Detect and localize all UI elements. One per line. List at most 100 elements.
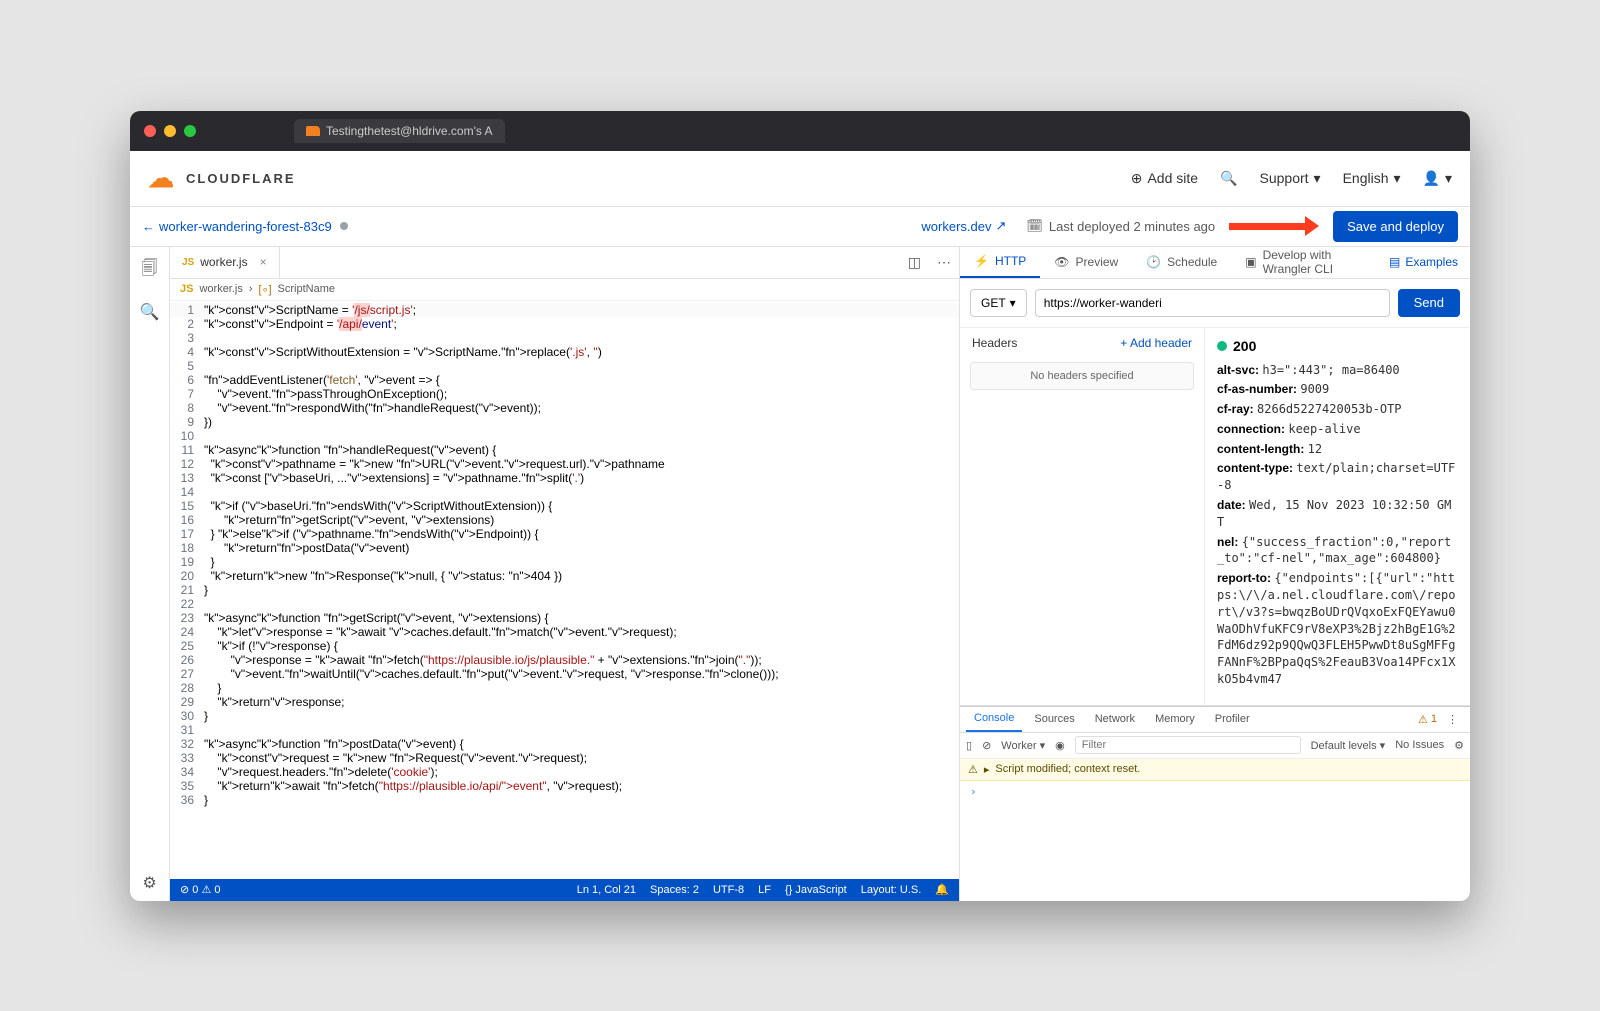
last-deployed-text: 🗓 Last deployed 2 minutes ago [1026,218,1215,234]
file-tab-worker-js[interactable]: JS worker.js × [170,247,280,278]
cloudflare-favicon-icon [306,126,320,136]
tab-http[interactable]: ⚡HTTP [960,247,1040,278]
settings-gear-icon[interactable]: ⚙ [142,873,156,893]
chevron-down-icon: ▾ [1314,170,1321,187]
support-dropdown[interactable]: Support ▾ [1260,170,1321,187]
devtools-tab-memory[interactable]: Memory [1147,707,1203,732]
arrow-left-icon: ← [142,219,155,234]
devtools-warning-count[interactable]: ⚠ 1 [1418,713,1437,726]
external-link-icon: ↗ [995,218,1006,234]
response-header-row: content-length: 12 [1217,441,1458,458]
no-headers-text: No headers specified [970,362,1194,390]
devtools-tab-sources[interactable]: Sources [1026,707,1082,732]
console-warning-row: ⚠ ▸ Script modified; context reset. [960,759,1470,781]
response-panel: 200 alt-svc: h3=":443"; ma=86400cf-as-nu… [1205,328,1470,705]
close-tab-icon[interactable]: × [260,255,267,269]
account-dropdown[interactable]: 👤 ▾ [1423,170,1452,187]
save-and-deploy-button[interactable]: Save and deploy [1333,211,1458,242]
devtools-tab-console[interactable]: Console [966,707,1022,732]
response-header-row: report-to: {"endpoints":[{"url":"https:\… [1217,570,1458,688]
chevron-down-icon: ▾ [1394,170,1401,187]
bell-icon[interactable]: 🔔 [935,883,949,896]
workers-dev-link[interactable]: workers.dev ↗ [921,218,1006,234]
request-row: GET▾ Send [960,279,1470,328]
cloudflare-header: ☁ CLOUDFLARE ⊕ Add site 🔍 Support ▾ Engl… [130,151,1470,207]
response-header-row: content-type: text/plain;charset=UTF-8 [1217,460,1458,494]
eye-icon: 👁 [1054,255,1069,269]
editor-pane: JS worker.js × ◫ ⋯ JS worker.js › [∘] Sc… [170,247,960,901]
devtools-more-icon[interactable]: ⋮ [1441,713,1464,726]
browser-tab[interactable]: Testingthetest@hldrive.com's A [294,119,505,143]
tab-preview[interactable]: 👁Preview [1040,247,1132,278]
worker-subheader: ← worker-wandering-forest-83c9 workers.d… [130,207,1470,247]
response-header-row: cf-ray: 8266d5227420053b-OTP [1217,401,1458,418]
tab-wrangler[interactable]: ▣Develop with Wrangler CLI [1231,247,1377,278]
console-prompt[interactable]: › [960,781,1470,802]
maximize-window-button[interactable] [184,125,196,137]
request-headers-panel: Headers + Add header No headers specifie… [960,328,1205,705]
add-header-button[interactable]: + Add header [1120,336,1192,350]
cursor-position[interactable]: Ln 1, Col 21 [577,884,636,896]
response-header-row: date: Wed, 15 Nov 2023 10:32:50 GMT [1217,497,1458,531]
js-file-icon: JS [182,257,194,268]
headers-label: Headers [972,336,1017,350]
chevron-down-icon: ▾ [1010,296,1016,310]
no-issues-text: No Issues [1395,739,1444,751]
http-pane: ⚡HTTP 👁Preview 🕑Schedule ▣Develop with W… [960,247,1470,901]
plus-circle-icon: ⊕ [1131,170,1143,187]
minimize-window-button[interactable] [164,125,176,137]
indentation[interactable]: Spaces: 2 [650,884,699,896]
language-dropdown[interactable]: English ▾ [1343,170,1401,187]
devtools-tab-profiler[interactable]: Profiler [1207,707,1258,732]
toggle-sidebar-icon[interactable]: ▯ [966,739,972,752]
js-file-icon: JS [180,283,193,295]
problems-indicator[interactable]: ⊘ 0 ⚠ 0 [180,883,221,896]
log-levels-select[interactable]: Default levels ▾ [1311,739,1386,752]
expand-icon[interactable]: ▸ [984,763,990,776]
tab-schedule[interactable]: 🕑Schedule [1132,247,1231,278]
context-select[interactable]: Worker ▾ [1001,739,1045,752]
calendar-icon: 🗓 [1026,218,1043,234]
app-window: Testingthetest@hldrive.com's A ☁ CLOUDFL… [130,111,1470,901]
brand-text: CLOUDFLARE [186,171,296,186]
cloud-icon: ☁ [148,163,176,194]
send-button[interactable]: Send [1398,289,1460,317]
symbol-icon: [∘] [259,283,272,296]
examples-link[interactable]: ▤Examples [1377,255,1470,269]
chevron-down-icon: ▾ [1445,170,1452,187]
editor-tabbar: JS worker.js × ◫ ⋯ [170,247,959,279]
cloudflare-logo[interactable]: ☁ CLOUDFLARE [148,163,296,194]
response-status: 200 [1217,338,1458,354]
keyboard-layout[interactable]: Layout: U.S. [861,884,922,896]
live-expression-icon[interactable]: ◉ [1055,739,1065,752]
bolt-icon: ⚡ [974,254,989,268]
more-actions-icon[interactable]: ⋯ [929,254,959,271]
activity-bar: 🗐 🔍 ⚙ [130,247,170,901]
response-header-row: cf-as-number: 9009 [1217,381,1458,398]
split-editor-icon[interactable]: ◫ [900,254,929,271]
status-ok-icon [1217,341,1227,351]
search-icon[interactable]: 🔍 [140,302,160,322]
url-input[interactable] [1035,289,1390,317]
method-select[interactable]: GET▾ [970,289,1027,317]
clock-icon: 🕑 [1146,255,1161,269]
devtools-tab-network[interactable]: Network [1087,707,1143,732]
add-site-button[interactable]: ⊕ Add site [1131,170,1198,187]
response-header-row: nel: {"success_fraction":0,"report_to":"… [1217,534,1458,568]
console-settings-icon[interactable]: ⚙ [1454,739,1464,752]
eol[interactable]: LF [758,884,771,896]
language-mode[interactable]: {} JavaScript [785,884,847,896]
breadcrumb[interactable]: JS worker.js › [∘] ScriptName [170,279,959,301]
files-icon[interactable]: 🗐 [142,257,158,284]
back-to-worker-link[interactable]: ← worker-wandering-forest-83c9 [142,219,332,234]
encoding[interactable]: UTF-8 [713,884,744,896]
editor-statusbar: ⊘ 0 ⚠ 0 Ln 1, Col 21 Spaces: 2 UTF-8 LF … [170,879,959,901]
browser-tab-title: Testingthetest@hldrive.com's A [326,124,493,138]
search-icon[interactable]: 🔍 [1220,170,1237,187]
response-header-row: connection: keep-alive [1217,421,1458,438]
clear-console-icon[interactable]: ⊘ [982,739,991,752]
warning-icon: ⚠ [968,763,978,776]
code-editor[interactable]: 1"k">const "v">ScriptName = '/js/script.… [170,301,959,879]
console-filter-input[interactable] [1075,736,1301,754]
close-window-button[interactable] [144,125,156,137]
